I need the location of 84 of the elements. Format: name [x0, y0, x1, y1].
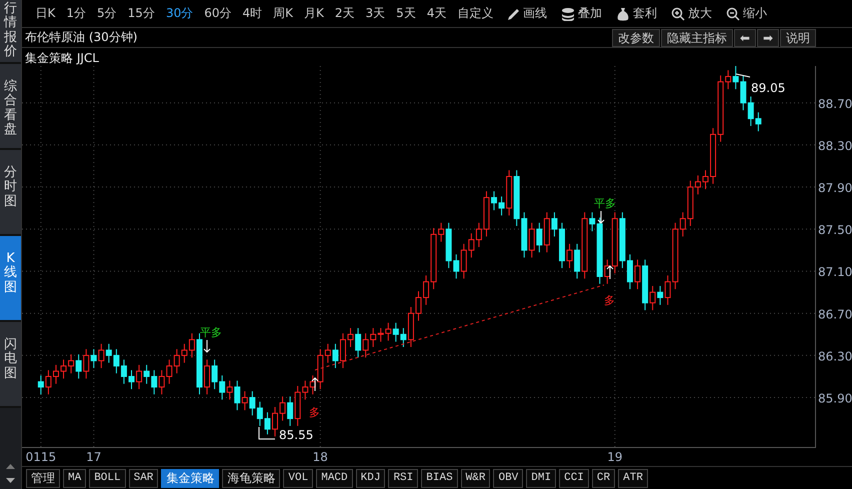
sidebar-tab[interactable]: 综合看盘 — [0, 64, 21, 150]
period-tab[interactable]: 30分 — [160, 5, 199, 22]
sidebar-tab[interactable]: 分时图 — [0, 150, 21, 236]
period-tab[interactable]: 5天 — [390, 5, 422, 22]
indicator-tab[interactable]: W&R — [460, 468, 490, 488]
indicator-tab[interactable]: VOL — [283, 468, 314, 488]
time-label: 18 — [312, 450, 328, 464]
toolbar-button[interactable]: 画线 — [498, 5, 554, 22]
header-button[interactable]: 隐藏主指标 — [660, 28, 733, 46]
pencil-icon — [506, 6, 520, 20]
indicator-tab[interactable]: SAR — [128, 468, 158, 488]
signal-label: 多 — [604, 294, 615, 307]
period-tab[interactable]: 60分 — [198, 5, 237, 22]
signal-label: 多 — [309, 406, 320, 419]
candle — [272, 406, 278, 437]
price-label: 88.70 — [818, 96, 852, 111]
toolbar-button[interactable]: 放大 — [664, 5, 719, 22]
zoom-out-icon — [726, 6, 740, 20]
period-tab[interactable]: 4天 — [421, 5, 452, 22]
indicator-tab[interactable]: 集金策略 — [161, 468, 220, 488]
header-button[interactable]: ➡ — [756, 28, 779, 46]
indicator-tab[interactable]: KDJ — [356, 468, 386, 488]
period-tab[interactable]: 自定义 — [452, 5, 499, 22]
period-tab[interactable]: 15分 — [122, 5, 160, 22]
indicator-tab[interactable]: MACD — [316, 468, 353, 488]
indicator-name: 集金策略 JJCL — [24, 50, 100, 66]
candle — [128, 370, 134, 390]
indicator-tab[interactable]: 海龟策略 — [222, 468, 280, 488]
low-price-label: 85.55 — [279, 428, 314, 442]
period-tab[interactable]: 3天 — [360, 5, 391, 22]
period-tab[interactable]: 2天 — [329, 5, 360, 22]
sidebar-tab[interactable]: 行情报价 — [0, 0, 21, 64]
period-tab[interactable]: 4时 — [237, 5, 268, 22]
indicator-tab[interactable]: ATR — [618, 468, 648, 488]
low-marker-line — [258, 426, 276, 440]
time-label: 19 — [607, 450, 622, 464]
high-marker-line — [736, 74, 750, 78]
price-label: 87.10 — [818, 265, 852, 280]
indicator-tab[interactable]: RSI — [388, 468, 418, 488]
stack-icon — [560, 6, 575, 20]
candle — [416, 290, 422, 322]
scroll-down-icon[interactable] — [6, 478, 15, 482]
up-arrow-icon — [312, 377, 318, 392]
toolbar-button[interactable]: 套利 — [608, 5, 664, 22]
candle — [702, 170, 708, 190]
price-label: 86.70 — [818, 307, 852, 322]
price-label: 87.50 — [818, 223, 852, 238]
indicator-tab[interactable]: CR — [592, 468, 616, 488]
down-arrow-icon — [204, 340, 210, 353]
toolbar-button[interactable]: 叠加 — [554, 5, 609, 22]
signal-label: 平多 — [200, 326, 222, 339]
zoom-in-icon — [670, 6, 685, 20]
period-tab[interactable]: 1分 — [60, 5, 92, 22]
price-label: 87.90 — [818, 181, 852, 196]
indicator-tab[interactable]: BOLL — [89, 468, 126, 488]
scroll-up-icon[interactable] — [6, 464, 15, 468]
price-label: 86.30 — [818, 349, 852, 364]
header-button[interactable]: ⬅ — [734, 28, 756, 46]
time-label: 17 — [86, 450, 102, 464]
money-bag-icon — [616, 6, 630, 20]
indicator-tab[interactable]: DMI — [526, 468, 556, 488]
period-tab[interactable]: 5分 — [92, 5, 122, 22]
indicator-tab[interactable]: 管理 — [26, 468, 60, 488]
candle — [559, 222, 565, 269]
indicator-tab[interactable]: BIAS — [421, 468, 458, 488]
header-button[interactable]: 说明 — [780, 28, 816, 46]
sidebar-tab[interactable]: 闪电图 — [0, 322, 21, 408]
up-arrow-icon — [606, 265, 614, 280]
period-tab[interactable]: 月K — [298, 5, 330, 22]
time-label: 0115 — [26, 450, 56, 464]
signal-label: 平多 — [594, 197, 616, 210]
price-label: 88.30 — [818, 138, 852, 153]
chart-title: 布伦特原油 (30分钟) — [25, 29, 138, 46]
period-tab[interactable]: 日K — [30, 5, 61, 22]
indicator-tab[interactable]: OBV — [493, 468, 524, 488]
indicator-tab[interactable]: MA — [63, 468, 86, 488]
header-button[interactable]: 改参数 — [612, 28, 660, 46]
indicator-tab[interactable]: CCI — [559, 468, 589, 488]
high-price-label: 89.05 — [751, 81, 786, 95]
down-arrow-icon — [598, 210, 604, 224]
sidebar-tab[interactable]: K线图 — [0, 236, 21, 322]
toolbar-button[interactable]: 缩小 — [718, 5, 774, 22]
period-tab[interactable]: 周K — [268, 5, 299, 22]
price-label: 85.90 — [818, 392, 852, 406]
